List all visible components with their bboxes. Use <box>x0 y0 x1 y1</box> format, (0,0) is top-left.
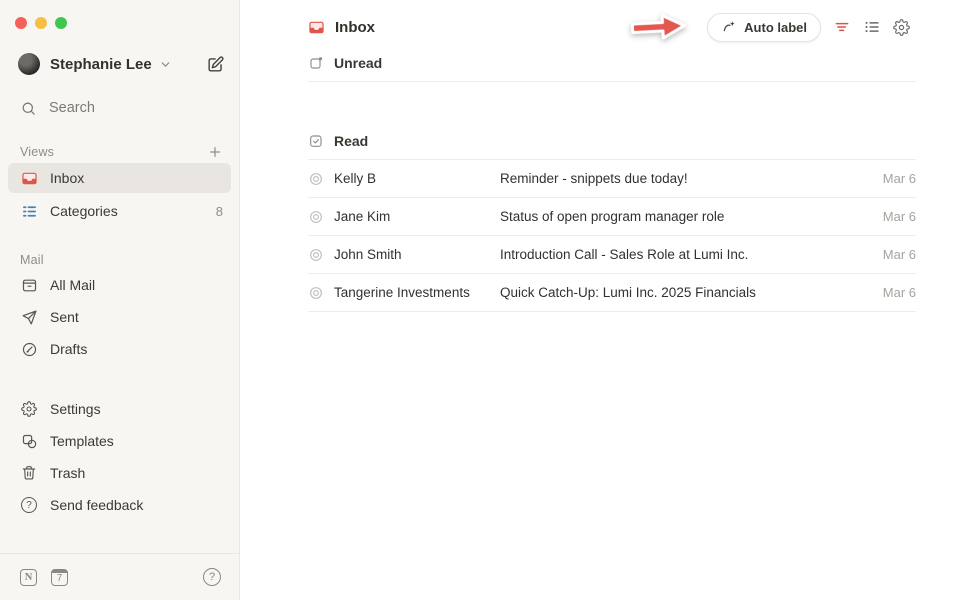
sidebar-item-label: Sent <box>50 309 79 325</box>
help-icon[interactable]: ? <box>203 568 221 586</box>
email-row[interactable]: John Smith Introduction Call - Sales Rol… <box>308 236 916 274</box>
checkbox-checked-icon <box>308 133 324 149</box>
sidebar-item-label: All Mail <box>50 277 95 293</box>
sidebar-item-inbox[interactable]: Inbox <box>8 163 231 193</box>
email-row[interactable]: Jane Kim Status of open program manager … <box>308 198 916 236</box>
sidebar-item-settings[interactable]: Settings <box>0 393 239 425</box>
sidebar-item-label: Trash <box>50 465 85 481</box>
trash-icon <box>20 465 38 481</box>
email-sender: Kelly B <box>334 171 490 186</box>
email-sender: Tangerine Investments <box>334 285 490 300</box>
sidebar-spacer <box>0 365 239 393</box>
paper-plane-icon <box>20 309 38 326</box>
sidebar-item-send-feedback[interactable]: ? Send feedback <box>0 489 239 521</box>
page-title: Inbox <box>335 19 375 36</box>
account-switcher[interactable]: Stephanie Lee <box>18 51 225 77</box>
email-date: Mar 6 <box>883 209 916 224</box>
add-view-button[interactable] <box>207 144 223 160</box>
read-indicator-icon <box>308 171 324 187</box>
sidebar-item-templates[interactable]: Templates <box>0 425 239 457</box>
sidebar-item-drafts[interactable]: Drafts <box>0 333 239 365</box>
sidebar-item-label: Settings <box>50 401 101 417</box>
sidebar: Stephanie Lee Search Views Inbox Categor… <box>0 0 240 600</box>
category-list-icon <box>20 203 38 220</box>
views-section-header: Views <box>0 143 239 161</box>
avatar <box>18 53 40 75</box>
email-row[interactable]: Tangerine Investments Quick Catch-Up: Lu… <box>308 274 916 312</box>
page-title-group: Inbox <box>308 19 375 36</box>
email-sender: Jane Kim <box>334 209 490 224</box>
draft-icon <box>20 341 38 358</box>
minimize-window-button[interactable] <box>35 17 47 29</box>
read-indicator-icon <box>308 285 324 301</box>
read-indicator-icon <box>308 209 324 225</box>
email-date: Mar 6 <box>883 285 916 300</box>
email-row[interactable]: Kelly B Reminder - snippets due today! M… <box>308 160 916 198</box>
search-icon <box>20 100 37 117</box>
sidebar-item-categories[interactable]: Categories 8 <box>0 195 239 227</box>
main-panel: Inbox Auto label Unread Read Kelly B Rem… <box>241 0 960 600</box>
main-header: Inbox Auto label <box>308 12 910 42</box>
window-controls <box>0 0 239 29</box>
notion-app-icon[interactable]: N <box>20 569 37 586</box>
email-subject: Quick Catch-Up: Lumi Inc. 2025 Financial… <box>500 285 873 300</box>
sidebar-footer: N 7 ? <box>0 553 239 600</box>
email-subject: Reminder - snippets due today! <box>500 171 873 186</box>
sparkle-icon <box>721 19 737 35</box>
list-view-icon[interactable] <box>863 18 881 36</box>
compose-button[interactable] <box>206 55 225 74</box>
close-window-button[interactable] <box>15 17 27 29</box>
user-name: Stephanie Lee <box>50 56 152 73</box>
sidebar-item-label: Drafts <box>50 341 87 357</box>
read-section-header[interactable]: Read <box>308 132 916 160</box>
sidebar-item-label: Templates <box>50 433 114 449</box>
sidebar-item-trash[interactable]: Trash <box>0 457 239 489</box>
sidebar-item-all-mail[interactable]: All Mail <box>0 269 239 301</box>
categories-count: 8 <box>216 204 223 219</box>
email-date: Mar 6 <box>883 171 916 186</box>
sidebar-item-label: Inbox <box>50 170 84 186</box>
sidebar-item-label: Categories <box>50 203 118 219</box>
inbox-icon <box>308 19 325 36</box>
question-circle-icon: ? <box>20 497 38 513</box>
shapes-icon <box>20 433 38 450</box>
inbox-icon <box>20 170 38 187</box>
filter-icon[interactable] <box>833 18 851 36</box>
email-subject: Introduction Call - Sales Role at Lumi I… <box>500 247 873 262</box>
annotation-arrow-icon <box>626 8 690 45</box>
settings-gear-icon[interactable] <box>893 19 910 36</box>
unread-icon <box>308 55 324 71</box>
email-list: Unread Read Kelly B Reminder - snippets … <box>308 54 916 312</box>
chevron-down-icon <box>159 58 172 71</box>
email-date: Mar 6 <box>883 247 916 262</box>
gear-icon <box>20 401 38 417</box>
zoom-window-button[interactable] <box>55 17 67 29</box>
sidebar-item-label: Send feedback <box>50 497 143 513</box>
unread-section-header[interactable]: Unread <box>308 54 916 82</box>
calendar-app-icon[interactable]: 7 <box>51 569 68 586</box>
read-indicator-icon <box>308 247 324 263</box>
archive-icon <box>20 277 38 294</box>
search-placeholder: Search <box>49 100 95 116</box>
email-subject: Status of open program manager role <box>500 209 873 224</box>
auto-label-button[interactable]: Auto label <box>707 13 821 42</box>
sidebar-item-sent[interactable]: Sent <box>0 301 239 333</box>
search-input[interactable]: Search <box>20 97 225 119</box>
mail-section-header: Mail <box>0 251 239 269</box>
email-sender: John Smith <box>334 247 490 262</box>
